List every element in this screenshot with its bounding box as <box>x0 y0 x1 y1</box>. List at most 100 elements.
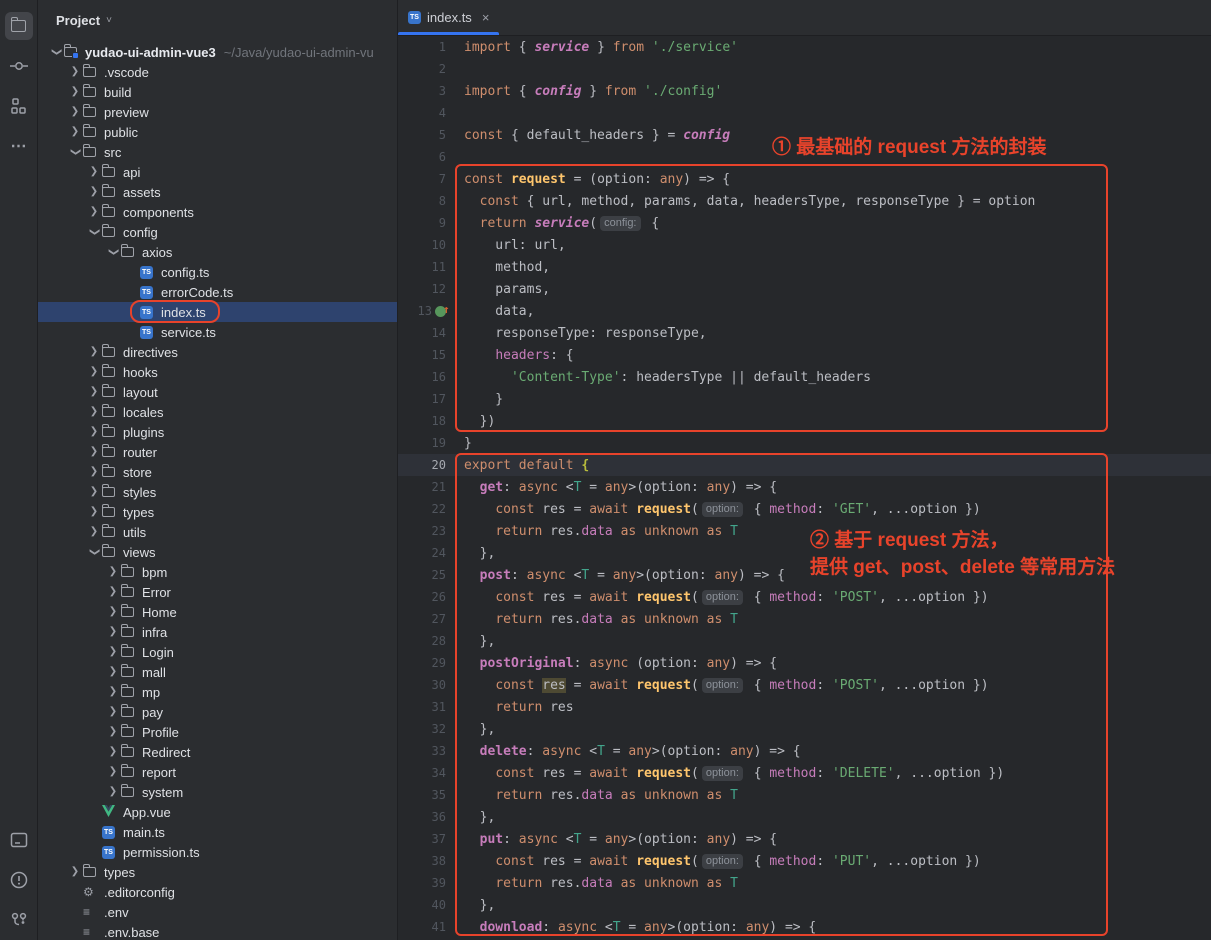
line-number[interactable]: 28 <box>398 634 460 648</box>
line-number[interactable]: 36 <box>398 810 460 824</box>
chevron-collapsed-icon[interactable]: ❯ <box>86 482 102 502</box>
line-number[interactable]: 17 <box>398 392 460 406</box>
tree-item-build[interactable]: ❯build <box>38 82 397 102</box>
code-line-9[interactable]: 9 return service(config: { <box>398 212 1211 234</box>
line-number[interactable]: 2 <box>398 62 460 76</box>
code-line-41[interactable]: 41 download: async <T = any>(option: any… <box>398 916 1211 938</box>
tree-item-assets[interactable]: ❯assets <box>38 182 397 202</box>
code-line-30[interactable]: 30 const res = await request(option: { m… <box>398 674 1211 696</box>
tree-item-login[interactable]: ❯Login <box>38 642 397 662</box>
line-number[interactable]: 38 <box>398 854 460 868</box>
line-number[interactable]: 26 <box>398 590 460 604</box>
line-number[interactable]: 35 <box>398 788 460 802</box>
line-number[interactable]: 12 <box>398 282 460 296</box>
code-line-5[interactable]: 5const { default_headers } = config <box>398 124 1211 146</box>
code-line-23[interactable]: 23 return res.data as unknown as T <box>398 520 1211 542</box>
line-number[interactable]: 23 <box>398 524 460 538</box>
line-number[interactable]: 16 <box>398 370 460 384</box>
tree-item-pay[interactable]: ❯pay <box>38 702 397 722</box>
code-line-26[interactable]: 26 const res = await request(option: { m… <box>398 586 1211 608</box>
line-number[interactable]: 31 <box>398 700 460 714</box>
chevron-collapsed-icon[interactable]: ❯ <box>67 82 83 102</box>
code-line-34[interactable]: 34 const res = await request(option: { m… <box>398 762 1211 784</box>
code-line-38[interactable]: 38 const res = await request(option: { m… <box>398 850 1211 872</box>
code-line-13[interactable]: 13 data, <box>398 300 1211 322</box>
chevron-collapsed-icon[interactable]: ❯ <box>86 342 102 362</box>
problems-icon[interactable] <box>5 866 33 894</box>
code-line-36[interactable]: 36 }, <box>398 806 1211 828</box>
chevron-collapsed-icon[interactable]: ❯ <box>105 602 121 622</box>
line-number[interactable]: 3 <box>398 84 460 98</box>
code-line-37[interactable]: 37 put: async <T = any>(option: any) => … <box>398 828 1211 850</box>
chevron-collapsed-icon[interactable]: ❯ <box>86 382 102 402</box>
tree-item-router[interactable]: ❯router <box>38 442 397 462</box>
chevron-collapsed-icon[interactable]: ❯ <box>67 102 83 122</box>
code-line-21[interactable]: 21 get: async <T = any>(option: any) => … <box>398 476 1211 498</box>
code-line-32[interactable]: 32 }, <box>398 718 1211 740</box>
tree-item-preview[interactable]: ❯preview <box>38 102 397 122</box>
chevron-collapsed-icon[interactable]: ❯ <box>86 502 102 522</box>
tree-item-errorcode-ts[interactable]: TSerrorCode.ts <box>38 282 397 302</box>
chevron-collapsed-icon[interactable]: ❯ <box>105 562 121 582</box>
chevron-collapsed-icon[interactable]: ❯ <box>86 362 102 382</box>
tree-item-yudao-ui-admin-vue3[interactable]: ❯yudao-ui-admin-vue3~/Java/yudao-ui-admi… <box>38 42 397 62</box>
code-line-27[interactable]: 27 return res.data as unknown as T <box>398 608 1211 630</box>
project-panel-header[interactable]: Project ˅ <box>38 0 397 40</box>
tree-item-utils[interactable]: ❯utils <box>38 522 397 542</box>
line-number[interactable]: 29 <box>398 656 460 670</box>
tree-item-axios[interactable]: ❯axios <box>38 242 397 262</box>
line-number[interactable]: 22 <box>398 502 460 516</box>
tree-item-layout[interactable]: ❯layout <box>38 382 397 402</box>
chevron-down-icon[interactable]: ˅ <box>106 15 112 26</box>
chevron-collapsed-icon[interactable]: ❯ <box>86 162 102 182</box>
tree-item-permission-ts[interactable]: TSpermission.ts <box>38 842 397 862</box>
line-number[interactable]: 1 <box>398 40 460 54</box>
code-line-28[interactable]: 28 }, <box>398 630 1211 652</box>
line-number[interactable]: 34 <box>398 766 460 780</box>
line-number[interactable]: 32 <box>398 722 460 736</box>
code-line-40[interactable]: 40 }, <box>398 894 1211 916</box>
chevron-collapsed-icon[interactable]: ❯ <box>86 202 102 222</box>
line-number[interactable]: 25 <box>398 568 460 582</box>
tree-item-redirect[interactable]: ❯Redirect <box>38 742 397 762</box>
code-line-10[interactable]: 10 url: url, <box>398 234 1211 256</box>
code-line-25[interactable]: 25 post: async <T = any>(option: any) =>… <box>398 564 1211 586</box>
code-line-8[interactable]: 8 const { url, method, params, data, hea… <box>398 190 1211 212</box>
tree-item-profile[interactable]: ❯Profile <box>38 722 397 742</box>
code-line-7[interactable]: 7const request = (option: any) => { <box>398 168 1211 190</box>
code-line-16[interactable]: 16 'Content-Type': headersType || defaul… <box>398 366 1211 388</box>
tree-item-types[interactable]: ❯types <box>38 502 397 522</box>
code-line-20[interactable]: 20export default { <box>398 454 1211 476</box>
tree-item-mp[interactable]: ❯mp <box>38 682 397 702</box>
tree-item-infra[interactable]: ❯infra <box>38 622 397 642</box>
code-line-15[interactable]: 15 headers: { <box>398 344 1211 366</box>
line-number[interactable]: 4 <box>398 106 460 120</box>
chevron-collapsed-icon[interactable]: ❯ <box>86 182 102 202</box>
tree-item-index-ts[interactable]: TSindex.ts <box>38 302 397 322</box>
tree-item-views[interactable]: ❯views <box>38 542 397 562</box>
code-line-11[interactable]: 11 method, <box>398 256 1211 278</box>
tree-item-config-ts[interactable]: TSconfig.ts <box>38 262 397 282</box>
tree-item-api[interactable]: ❯api <box>38 162 397 182</box>
chevron-collapsed-icon[interactable]: ❯ <box>105 642 121 662</box>
tab-index-ts[interactable]: TS index.ts × <box>398 0 499 35</box>
line-number[interactable]: 9 <box>398 216 460 230</box>
code-line-17[interactable]: 17 } <box>398 388 1211 410</box>
code-line-3[interactable]: 3import { config } from './config' <box>398 80 1211 102</box>
code-line-2[interactable]: 2 <box>398 58 1211 80</box>
tree-item-hooks[interactable]: ❯hooks <box>38 362 397 382</box>
tree-item-styles[interactable]: ❯styles <box>38 482 397 502</box>
line-number[interactable]: 40 <box>398 898 460 912</box>
chevron-collapsed-icon[interactable]: ❯ <box>67 122 83 142</box>
tree-item-locales[interactable]: ❯locales <box>38 402 397 422</box>
line-number[interactable]: 6 <box>398 150 460 164</box>
line-number[interactable]: 11 <box>398 260 460 274</box>
code-line-6[interactable]: 6 <box>398 146 1211 168</box>
chevron-collapsed-icon[interactable]: ❯ <box>67 62 83 82</box>
chevron-collapsed-icon[interactable]: ❯ <box>86 442 102 462</box>
chevron-collapsed-icon[interactable]: ❯ <box>105 622 121 642</box>
line-number[interactable]: 24 <box>398 546 460 560</box>
code-line-39[interactable]: 39 return res.data as unknown as T <box>398 872 1211 894</box>
code-line-22[interactable]: 22 const res = await request(option: { m… <box>398 498 1211 520</box>
code-line-31[interactable]: 31 return res <box>398 696 1211 718</box>
